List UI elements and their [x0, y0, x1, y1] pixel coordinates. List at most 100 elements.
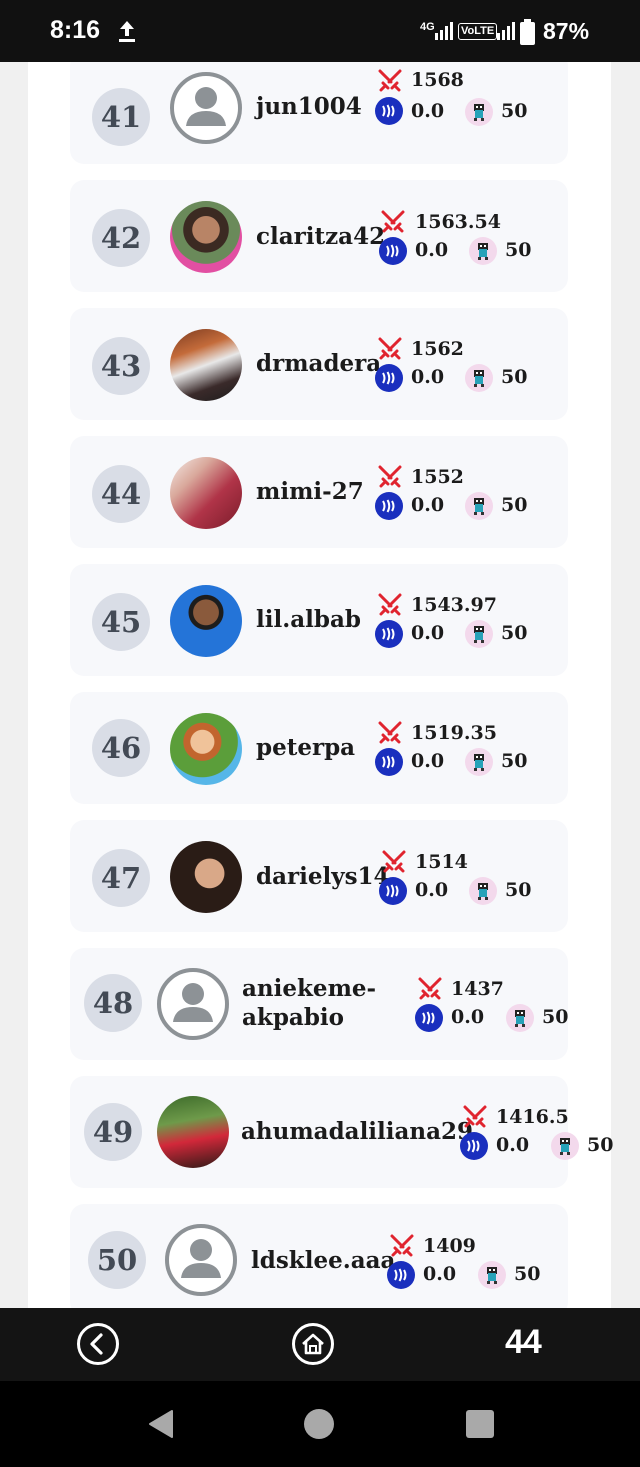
battery-percent: 87% [543, 18, 590, 44]
avatar[interactable] [157, 1096, 229, 1168]
avatar[interactable] [157, 968, 229, 1040]
status-time: 8:16 [50, 16, 101, 44]
avatar[interactable] [170, 713, 242, 785]
steem-icon [460, 1132, 488, 1160]
steem-value: 0.0 [411, 622, 445, 644]
rating-value: 1514 [415, 851, 468, 873]
power-value: 50 [505, 879, 532, 901]
leaderboard-row[interactable]: 49 ahumadaliliana29 1416.5 0.0 50 [70, 1076, 613, 1188]
steem-value: 0.0 [423, 1263, 457, 1285]
steem-icon [415, 1004, 443, 1032]
rank-badge: 42 [92, 209, 150, 267]
leaderboard-row[interactable]: 46 peterpa 1519.35 0.0 50 [70, 692, 568, 804]
steem-value: 0.0 [411, 750, 445, 772]
avatar[interactable] [170, 585, 242, 657]
steem-value: 0.0 [496, 1134, 530, 1156]
username[interactable]: darielys14 [256, 862, 390, 891]
rating-value: 1563.54 [415, 211, 501, 233]
power-value: 50 [501, 100, 528, 122]
leaderboard-row[interactable]: 43 drmadera 1562 0.0 50 [70, 308, 568, 420]
leaderboard-row[interactable]: 42 claritza42 1563.54 0.0 50 [70, 180, 568, 292]
steem-icon [379, 877, 407, 905]
avatar[interactable] [165, 1224, 237, 1296]
steem-icon [375, 97, 403, 125]
leaderboard-scroll-area[interactable]: 41 jun1004 1568 0.0 50 42 claritza42 156… [0, 62, 640, 1308]
steem-value: 0.0 [411, 100, 445, 122]
leaderboard-row[interactable]: 50 ldsklee.aaa 1409 0.0 50 [70, 1204, 568, 1308]
rank-badge: 50 [88, 1231, 146, 1289]
leaderboard-row[interactable]: 44 mimi-27 1552 0.0 50 [70, 436, 568, 548]
username[interactable]: jun1004 [256, 92, 362, 121]
username[interactable]: ahumadaliliana29 [241, 1117, 473, 1146]
swords-icon [382, 850, 406, 873]
default-avatar-icon [173, 983, 213, 1022]
avatar[interactable] [170, 201, 242, 273]
leaderboard-row[interactable]: 48 aniekeme- akpabio 1437 0.0 50 [70, 948, 568, 1060]
rank-badge: 44 [92, 465, 150, 523]
recents-square-icon[interactable] [466, 1410, 494, 1438]
leaderboard-row[interactable]: 45 lil.albab 1543.97 0.0 50 [70, 564, 568, 676]
power-value: 50 [542, 1006, 569, 1028]
steem-icon [375, 364, 403, 392]
username[interactable]: mimi-27 [256, 477, 364, 506]
swords-icon [378, 465, 402, 488]
username[interactable]: claritza42 [256, 222, 385, 251]
steem-value: 0.0 [415, 239, 449, 261]
back-icon[interactable] [76, 1322, 120, 1366]
monster-icon [506, 1004, 534, 1032]
rank-badge: 47 [92, 849, 150, 907]
power-value: 50 [501, 622, 528, 644]
leaderboard-row[interactable]: 41 jun1004 1568 0.0 50 [70, 62, 568, 164]
swords-icon [390, 1234, 414, 1257]
swords-icon [463, 1105, 487, 1128]
monster-icon [465, 364, 493, 392]
rating-value: 1437 [451, 978, 504, 1000]
home-icon[interactable] [291, 1322, 335, 1366]
rank-badge: 45 [92, 593, 150, 651]
steem-icon [375, 492, 403, 520]
swords-icon [418, 977, 442, 1000]
power-value: 50 [505, 239, 532, 261]
monster-icon [465, 98, 493, 126]
app-logo-icon[interactable]: 44 [505, 1323, 542, 1362]
system-nav-bar [0, 1381, 640, 1467]
power-value: 50 [501, 366, 528, 388]
rank-badge: 48 [84, 974, 142, 1032]
signal-icon-2 [497, 22, 515, 40]
username-line-2[interactable]: akpabio [242, 1003, 344, 1032]
avatar[interactable] [170, 841, 242, 913]
avatar[interactable] [170, 457, 242, 529]
power-value: 50 [514, 1263, 541, 1285]
signal-icon [435, 22, 453, 40]
username-line-1[interactable]: aniekeme- [242, 974, 376, 1003]
network-type: 4G [420, 21, 435, 33]
rating-value: 1409 [423, 1235, 476, 1257]
battery-icon [520, 19, 535, 45]
username[interactable]: peterpa [256, 733, 355, 762]
status-bar: 8:16 4G VoLTE 87% [0, 0, 640, 62]
steem-icon [387, 1261, 415, 1289]
avatar[interactable] [170, 329, 242, 401]
monster-icon [465, 620, 493, 648]
rating-value: 1519.35 [411, 722, 497, 744]
monster-icon [551, 1132, 579, 1160]
username[interactable]: drmadera [256, 349, 381, 378]
home-circle-icon[interactable] [304, 1409, 334, 1439]
upload-icon [119, 21, 135, 42]
swords-icon [378, 593, 402, 616]
back-triangle-icon[interactable] [146, 1409, 174, 1439]
username[interactable]: ldsklee.aaa [251, 1246, 395, 1275]
swords-icon [378, 337, 402, 360]
rank-badge: 41 [92, 88, 150, 146]
monster-icon [469, 237, 497, 265]
rating-value: 1543.97 [411, 594, 497, 616]
swords-icon [378, 69, 402, 92]
leaderboard-row[interactable]: 47 darielys14 1514 0.0 50 [70, 820, 568, 932]
username[interactable]: lil.albab [256, 605, 361, 634]
power-value: 50 [587, 1134, 614, 1156]
steem-value: 0.0 [451, 1006, 485, 1028]
volte-badge: VoLTE [458, 23, 498, 40]
power-value: 50 [501, 494, 528, 516]
steem-value: 0.0 [411, 366, 445, 388]
avatar[interactable] [170, 72, 242, 144]
